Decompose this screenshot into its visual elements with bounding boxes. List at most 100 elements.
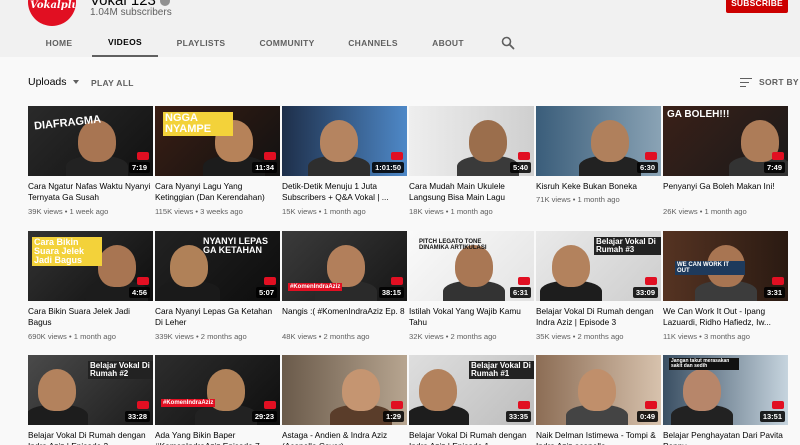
tab-channels[interactable]: CHANNELS: [344, 28, 402, 57]
video-duration: 33:35: [505, 411, 531, 422]
video-thumbnail[interactable]: Belajar Vokal Di Rumah #1 33:35: [409, 355, 534, 425]
video-title[interactable]: Ada Yang Bikin Baper #KomenIndraAziz Epi…: [155, 430, 280, 445]
thumbnail-caption: Belajar Vokal Di Rumah #3: [594, 237, 661, 255]
video-title[interactable]: Penyanyi Ga Boleh Makan Ini!: [663, 181, 788, 192]
video-thumbnail[interactable]: NYANYI LEPAS GA KETAHAN 5:07: [155, 231, 280, 301]
video-title[interactable]: Belajar Vokal Di Rumah dengan Indra Aziz…: [28, 430, 153, 445]
video-thumbnail[interactable]: PITCH LEGATO TONE DINAMIKA ARTIKULASI 6:3…: [409, 231, 534, 301]
channel-watermark-icon: [137, 401, 149, 409]
video-thumbnail[interactable]: 0:49: [536, 355, 661, 425]
video-meta: 18K views • 1 month ago: [409, 207, 493, 216]
video-thumbnail[interactable]: GA BOLEH!!! 7:49: [663, 106, 788, 176]
video-thumbnail[interactable]: DIAFRAGMA 7:19: [28, 106, 153, 176]
upload-age: 1 month ago: [577, 195, 620, 204]
video-title[interactable]: Cara Ngatur Nafas Waktu Nyanyi Ternyata …: [28, 181, 153, 203]
tab-playlists[interactable]: PLAYLISTS: [172, 28, 230, 57]
video-thumbnail[interactable]: Jangan takut merasakan sakit dan sedih 13…: [663, 355, 788, 425]
video-title[interactable]: Naik Delman Istimewa - Tompi & Indra Azi…: [536, 430, 661, 445]
view-count: 690K views: [28, 332, 67, 341]
channel-watermark-icon: [137, 277, 149, 285]
video-title[interactable]: Cara Bikin Suara Jelek Jadi Bagus: [28, 306, 153, 328]
video-meta: 15K views • 1 month ago: [282, 207, 366, 216]
view-count: 115K views: [155, 207, 194, 216]
view-count: 71K views: [536, 195, 571, 204]
video-meta: 11K views • 3 months ago: [663, 332, 750, 341]
meta-separator: •: [697, 332, 704, 341]
video-title[interactable]: Astaga - Andien & Indra Aziz (Acapella C…: [282, 430, 407, 445]
video-thumbnail[interactable]: 1:29: [282, 355, 407, 425]
video-thumbnail[interactable]: #KomenIndraAziz 29:23: [155, 355, 280, 425]
tab-about[interactable]: ABOUT: [426, 28, 470, 57]
uploads-dropdown[interactable]: Uploads: [28, 76, 79, 88]
channel-watermark-icon: [391, 401, 403, 409]
presenter-face: [327, 245, 365, 287]
channel-watermark-icon: [264, 277, 276, 285]
upload-age: 1 month ago: [450, 207, 493, 216]
sort-icon: [740, 77, 752, 87]
presenter-face: [419, 369, 457, 411]
video-duration: 6:31: [509, 287, 531, 298]
view-count: 11K views: [663, 332, 698, 341]
video-title[interactable]: Cara Mudah Main Ukulele Langsung Bisa Ma…: [409, 181, 534, 203]
video-thumbnail[interactable]: WE CAN WORK IT OUT 3:31: [663, 231, 788, 301]
video-thumbnail[interactable]: NGGA NYAMPE 11:34: [155, 106, 280, 176]
upload-age: 2 months ago: [200, 332, 247, 341]
meta-separator: •: [697, 207, 705, 216]
channel-watermark-icon: [264, 401, 276, 409]
video-meta: 32K views • 2 months ago: [409, 332, 497, 341]
video-meta: 115K views • 3 weeks ago: [155, 207, 243, 216]
video-title[interactable]: We Can Work It Out - Ipang Lazuardi, Rid…: [663, 306, 788, 328]
view-count: 339K views: [155, 332, 194, 341]
search-icon[interactable]: [501, 36, 515, 50]
view-count: 48K views: [282, 332, 317, 341]
video-duration: 1:01:50: [372, 162, 404, 173]
play-all-button[interactable]: PLAY ALL: [91, 78, 134, 88]
tab-community[interactable]: COMMUNITY: [254, 28, 320, 57]
thumbnail-caption: #KomenIndraAziz: [161, 399, 216, 407]
channel-watermark-icon: [264, 152, 276, 160]
subscribe-button[interactable]: SUBSCRIBE: [726, 0, 788, 13]
thumbnail-caption: GA BOLEH!!!: [667, 109, 730, 120]
video-title[interactable]: Istilah Vokal Yang Wajib Kamu Tahu: [409, 306, 534, 328]
video-duration: 1:29: [382, 411, 404, 422]
channel-watermark-icon: [391, 277, 403, 285]
subscriber-count: 1.04M subscribers: [90, 7, 172, 18]
video-title[interactable]: Nangis :( #KomenIndraAziz Ep. 8: [282, 306, 407, 317]
sort-by-button[interactable]: SORT BY: [740, 77, 799, 87]
video-duration: 6:30: [636, 162, 658, 173]
video-meta: 339K views • 2 months ago: [155, 332, 247, 341]
channel-avatar[interactable]: Vokalplus: [28, 0, 76, 26]
meta-separator: •: [443, 332, 451, 341]
channel-watermark-icon: [645, 401, 657, 409]
channel-watermark-icon: [137, 152, 149, 160]
video-thumbnail[interactable]: Cara Bikin Suara Jelek Jadi Bagus 4:56: [28, 231, 153, 301]
tab-home[interactable]: HOME: [40, 28, 78, 57]
meta-separator: •: [570, 332, 578, 341]
video-thumbnail[interactable]: 5:40: [409, 106, 534, 176]
video-title[interactable]: Belajar Vokal Di Rumah dengan Indra Aziz…: [409, 430, 534, 445]
video-thumbnail[interactable]: Belajar Vokal Di Rumah #3 33:09: [536, 231, 661, 301]
view-count: 32K views: [409, 332, 444, 341]
video-duration: 3:31: [763, 287, 785, 298]
presenter-face: [320, 120, 358, 162]
video-duration: 0:49: [636, 411, 658, 422]
video-duration: 7:49: [763, 162, 785, 173]
video-title[interactable]: Detik-Detik Menuju 1 Juta Subscribers + …: [282, 181, 407, 203]
upload-age: 1 month ago: [704, 207, 747, 216]
verified-check-icon: [159, 0, 170, 7]
video-title[interactable]: Cara Nyanyi Lagu Yang Ketinggian (Dan Ke…: [155, 181, 280, 203]
video-thumbnail[interactable]: #KomenIndraAziz 38:15: [282, 231, 407, 301]
video-duration: 13:51: [759, 411, 785, 422]
channel-watermark-icon: [772, 277, 784, 285]
video-thumbnail[interactable]: 6:30: [536, 106, 661, 176]
video-title[interactable]: Belajar Vokal Di Rumah dengan Indra Aziz…: [536, 306, 661, 328]
video-title[interactable]: Kisruh Keke Bukan Boneka: [536, 181, 661, 192]
caret-down-icon: [72, 80, 79, 84]
video-title[interactable]: Cara Nyanyi Lepas Ga Ketahan Di Leher: [155, 306, 280, 328]
channel-watermark-icon: [518, 152, 530, 160]
video-title[interactable]: Belajar Penghayatan Dari Pavita Penny: [663, 430, 788, 445]
video-thumbnail[interactable]: 1:01:50: [282, 106, 407, 176]
sort-by-label: SORT BY: [759, 77, 799, 87]
tab-videos[interactable]: VIDEOS: [92, 28, 158, 57]
video-thumbnail[interactable]: Belajar Vokal Di Rumah #2 33:28: [28, 355, 153, 425]
